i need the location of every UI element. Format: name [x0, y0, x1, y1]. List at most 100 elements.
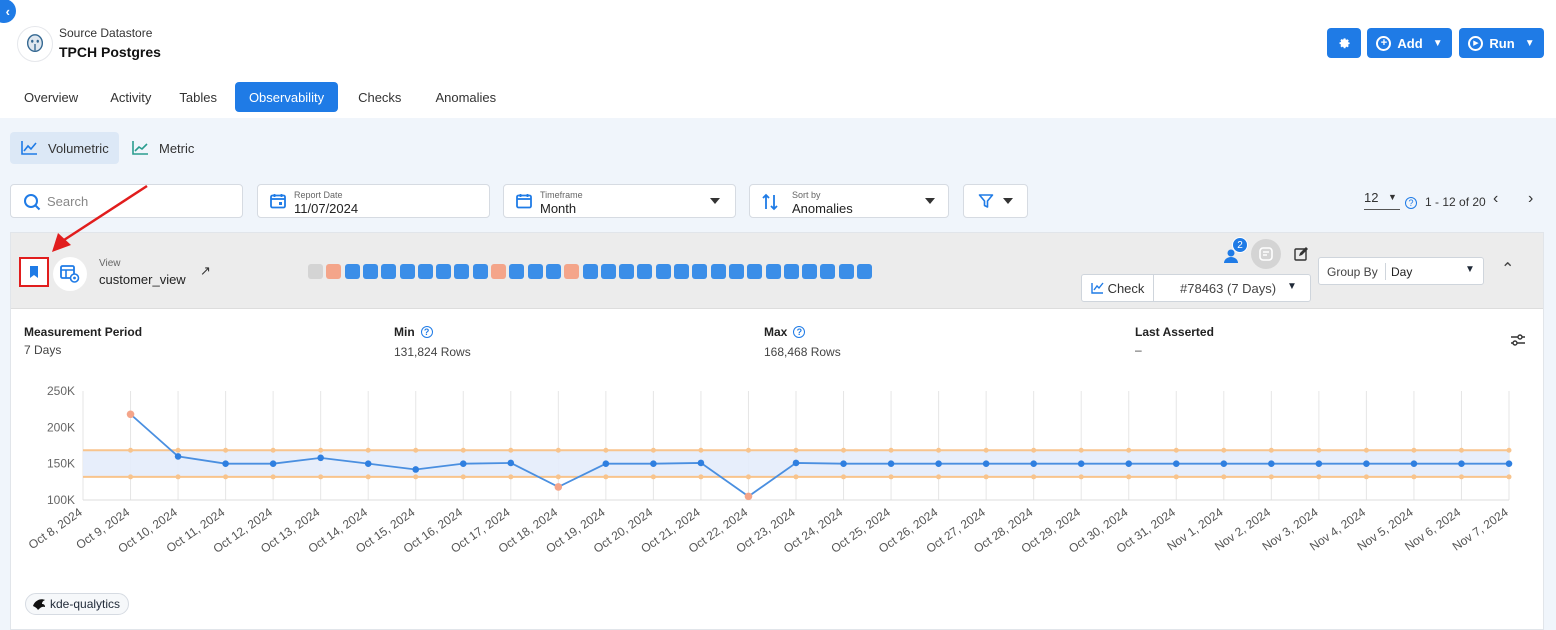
report-date-picker[interactable]: Report Date 11/07/2024 — [257, 184, 490, 218]
lower-threshold-point — [1411, 474, 1417, 480]
status-square-ok[interactable] — [509, 264, 525, 279]
comment-button[interactable] — [1251, 239, 1281, 269]
tab-observability[interactable]: Observability — [234, 82, 339, 112]
status-square-ok[interactable] — [728, 264, 744, 279]
chevron-down-icon: ▼ — [1432, 37, 1443, 49]
status-square-ok[interactable] — [545, 264, 561, 279]
max-label: Max — [764, 325, 788, 339]
page-size-select[interactable]: 12 ▼ — [1364, 190, 1400, 210]
add-button[interactable]: + Add ▼ — [1367, 28, 1452, 58]
y-tick-label: 100K — [47, 493, 75, 507]
status-square-ok[interactable] — [527, 264, 543, 279]
lower-threshold-point — [603, 474, 609, 480]
help-icon[interactable]: ? — [793, 326, 806, 338]
data-point — [1125, 460, 1133, 467]
status-square-ok[interactable] — [783, 264, 799, 279]
chart-settings-icon[interactable] — [1510, 333, 1526, 347]
status-square-anomaly[interactable] — [491, 264, 506, 279]
tab-overview[interactable]: Overview — [10, 82, 92, 112]
chevron-down-icon — [925, 198, 935, 204]
data-point — [1077, 460, 1085, 467]
tag-chip[interactable]: kde-qualytics — [25, 593, 130, 615]
edit-icon[interactable] — [1294, 247, 1308, 261]
status-square-ok[interactable] — [472, 264, 488, 279]
status-square-ok[interactable] — [838, 264, 854, 279]
upper-threshold-point — [1078, 447, 1084, 453]
sort-icon — [762, 193, 778, 211]
y-tick-label: 200K — [47, 420, 75, 434]
status-square-ok[interactable] — [417, 264, 433, 279]
timeframe-value: Month — [540, 201, 577, 216]
status-square-ok[interactable] — [399, 264, 415, 279]
upper-threshold-point — [1506, 447, 1512, 453]
upper-threshold-point — [603, 447, 609, 453]
status-square-ok[interactable] — [710, 264, 726, 279]
lower-threshold-point — [1173, 474, 1179, 480]
bookmark-button[interactable] — [19, 257, 49, 287]
upper-threshold-point — [555, 447, 561, 453]
tab-tables[interactable]: Tables — [165, 82, 231, 112]
tab-anomalies[interactable]: Anomalies — [415, 82, 510, 112]
status-square-ok[interactable] — [344, 264, 360, 279]
data-point — [1315, 460, 1323, 467]
tab-activity[interactable]: Activity — [92, 82, 165, 112]
search-input[interactable]: Search — [10, 184, 243, 218]
area-chart-icon — [132, 141, 148, 155]
status-square-ok[interactable] — [637, 264, 653, 279]
upper-threshold-point — [508, 447, 514, 453]
data-point — [1030, 460, 1037, 467]
next-page-button[interactable]: › — [1528, 190, 1533, 208]
status-square-ok[interactable] — [747, 264, 763, 279]
prev-page-button[interactable]: ‹ — [1493, 190, 1498, 208]
anomaly-point — [744, 492, 753, 501]
upper-threshold-point — [365, 447, 371, 453]
collapse-card-button[interactable]: ⌃ — [1501, 259, 1514, 279]
help-icon[interactable]: ? — [1405, 195, 1417, 210]
datastore-type-label: Source Datastore — [59, 26, 153, 40]
status-square-ok[interactable] — [802, 264, 818, 279]
anomaly-point — [126, 410, 135, 419]
status-square-ok[interactable] — [436, 264, 452, 279]
subtab-volumetric[interactable]: Volumetric — [10, 132, 119, 164]
check-select[interactable]: Check #78463 (7 Days) ▼ — [1081, 274, 1311, 302]
status-square-anomaly[interactable] — [564, 264, 580, 279]
status-square-anomaly[interactable] — [326, 264, 342, 279]
run-button[interactable]: ▶ Run ▼ — [1459, 28, 1544, 58]
run-button-label: Run — [1489, 35, 1515, 51]
open-external-icon[interactable]: ↗ — [200, 263, 211, 279]
filter-button[interactable] — [963, 184, 1028, 218]
subtab-metric[interactable]: Metric — [121, 132, 204, 164]
volumetric-line-chart: 100K150K200K250KOct 8, 2024Oct 9, 2024Oc… — [26, 384, 1513, 556]
status-square-ok[interactable] — [857, 264, 872, 279]
upper-threshold-point — [223, 447, 229, 453]
timeframe-select[interactable]: Timeframe Month — [503, 184, 736, 218]
status-square-ok[interactable] — [362, 264, 378, 279]
plus-icon: + — [1376, 35, 1392, 51]
tab-checks[interactable]: Checks — [338, 82, 415, 112]
status-square-empty[interactable] — [308, 264, 323, 279]
status-square-ok[interactable] — [692, 264, 708, 279]
timeframe-label: Timeframe — [540, 190, 583, 200]
search-icon — [24, 194, 41, 211]
status-square-ok[interactable] — [820, 264, 836, 279]
status-square-ok[interactable] — [582, 264, 598, 279]
status-square-ok[interactable] — [619, 264, 635, 279]
status-square-ok[interactable] — [655, 264, 671, 279]
upper-threshold-point — [270, 447, 276, 453]
status-square-ok[interactable] — [454, 264, 470, 279]
upper-threshold-point — [460, 447, 466, 453]
status-square-ok[interactable] — [600, 264, 616, 279]
group-by-select[interactable]: Group By Day ▼ — [1318, 257, 1484, 285]
lower-threshold-point — [128, 474, 134, 480]
sort-by-select[interactable]: Sort by Anomalies — [749, 184, 949, 218]
status-square-ok[interactable] — [381, 264, 397, 279]
settings-button[interactable] — [1327, 28, 1361, 58]
data-point — [1220, 460, 1228, 467]
status-square-ok[interactable] — [765, 264, 781, 279]
help-icon[interactable]: ? — [420, 326, 433, 338]
status-square-ok[interactable] — [674, 264, 689, 279]
data-point — [650, 460, 657, 467]
last-asserted-value: – — [1135, 343, 1142, 357]
sort-by-value: Anomalies — [792, 201, 853, 216]
lower-threshold-point — [1506, 474, 1512, 480]
